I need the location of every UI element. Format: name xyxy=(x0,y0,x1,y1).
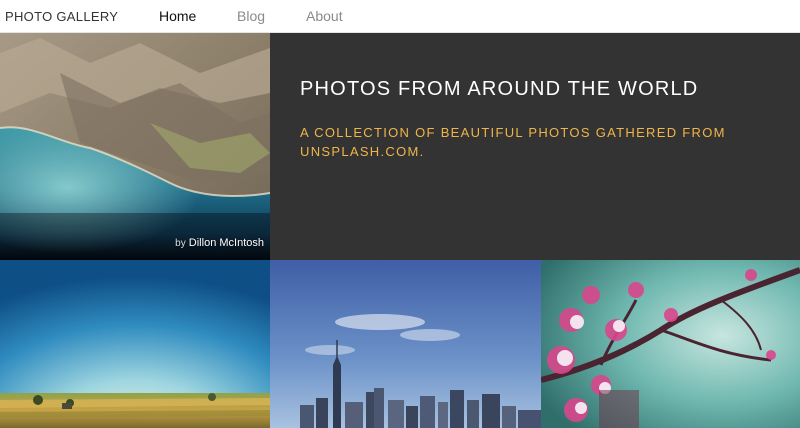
nav-link-about[interactable]: About xyxy=(306,8,343,24)
coast-aerial-image xyxy=(0,33,270,260)
brand-link[interactable]: PHOTO GALLERY xyxy=(5,9,118,24)
photo-credit: by Dillon McIntosh xyxy=(175,237,264,249)
hero-photo-coast[interactable]: by Dillon McIntosh xyxy=(0,33,270,260)
city-skyline-image xyxy=(270,260,541,428)
photo-field[interactable] xyxy=(0,260,270,428)
nav-link-home[interactable]: Home xyxy=(159,8,196,24)
hero-panel: PHOTOS FROM AROUND THE WORLD A COLLECTIO… xyxy=(270,33,800,260)
cherry-blossom-image xyxy=(541,260,800,428)
photo-city[interactable] xyxy=(270,260,541,428)
navbar: PHOTO GALLERY Home Blog About xyxy=(0,0,800,33)
photo-credit-prefix: by xyxy=(175,238,186,249)
photo-blossom[interactable] xyxy=(541,260,800,428)
photo-credit-name: Dillon McIntosh xyxy=(188,237,264,249)
hero-subtitle: A COLLECTION OF BEAUTIFUL PHOTOS GATHERE… xyxy=(300,125,726,159)
field-sky-image xyxy=(0,260,270,428)
hero-title: PHOTOS FROM AROUND THE WORLD xyxy=(300,78,699,100)
nav-link-blog[interactable]: Blog xyxy=(237,8,265,24)
